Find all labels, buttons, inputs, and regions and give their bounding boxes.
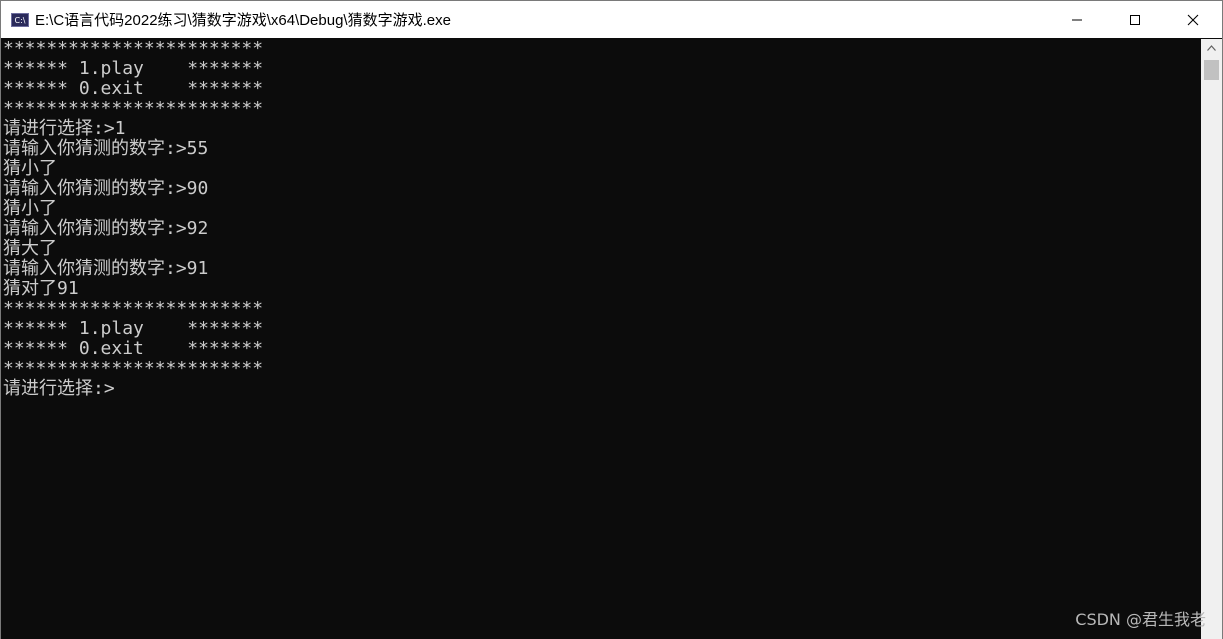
title-bar[interactable]: C:\ E:\C语言代码2022练习\猜数字游戏\x64\Debug\猜数字游戏… <box>1 1 1222 38</box>
csdn-watermark: CSDN @君生我老 <box>1075 610 1206 629</box>
console-window: C:\ E:\C语言代码2022练习\猜数字游戏\x64\Debug\猜数字游戏… <box>0 0 1223 639</box>
console-app-icon[interactable]: C:\ <box>11 12 29 27</box>
console-line: 请输入你猜测的数字:>55 <box>3 138 209 159</box>
window-title: E:\C语言代码2022练习\猜数字游戏\x64\Debug\猜数字游戏.exe <box>35 12 451 29</box>
console-line: 请进行选择:>1 <box>3 118 126 139</box>
minimize-icon <box>1072 19 1082 20</box>
console-line: ************************ <box>3 98 264 119</box>
console-line: 猜小了 <box>3 198 57 219</box>
chevron-up-icon <box>1207 44 1216 51</box>
minimize-button[interactable] <box>1048 1 1106 38</box>
scrollbar-thumb[interactable] <box>1204 60 1219 80</box>
console-line: ************************ <box>3 39 264 59</box>
console-line: 猜小了 <box>3 158 57 179</box>
maximize-button[interactable] <box>1106 1 1164 38</box>
window-controls <box>1048 1 1222 38</box>
console-line: 猜对了91 <box>3 278 79 299</box>
console-line: 请输入你猜测的数字:>92 <box>3 218 209 239</box>
console-line: ************************ <box>3 358 264 379</box>
maximize-icon <box>1130 14 1140 25</box>
console-line: ****** 1.play ******* <box>3 58 264 79</box>
console-line: ****** 0.exit ******* <box>3 338 264 359</box>
close-button[interactable] <box>1164 1 1222 38</box>
console-line: 请输入你猜测的数字:>91 <box>3 258 209 279</box>
console-line: 猜大了 <box>3 238 57 259</box>
console-output[interactable]: ************************ ****** 1.play *… <box>1 39 1201 639</box>
console-prompt-line[interactable]: 请进行选择:> <box>1 379 1201 399</box>
console-line: ************************ <box>3 298 264 319</box>
vertical-scrollbar[interactable] <box>1201 39 1222 639</box>
scroll-up-button[interactable] <box>1201 39 1222 56</box>
console-line: ****** 1.play ******* <box>3 318 264 339</box>
close-icon <box>1187 14 1199 25</box>
console-line: ****** 0.exit ******* <box>3 78 264 99</box>
console-line: 请输入你猜测的数字:>90 <box>3 178 209 199</box>
